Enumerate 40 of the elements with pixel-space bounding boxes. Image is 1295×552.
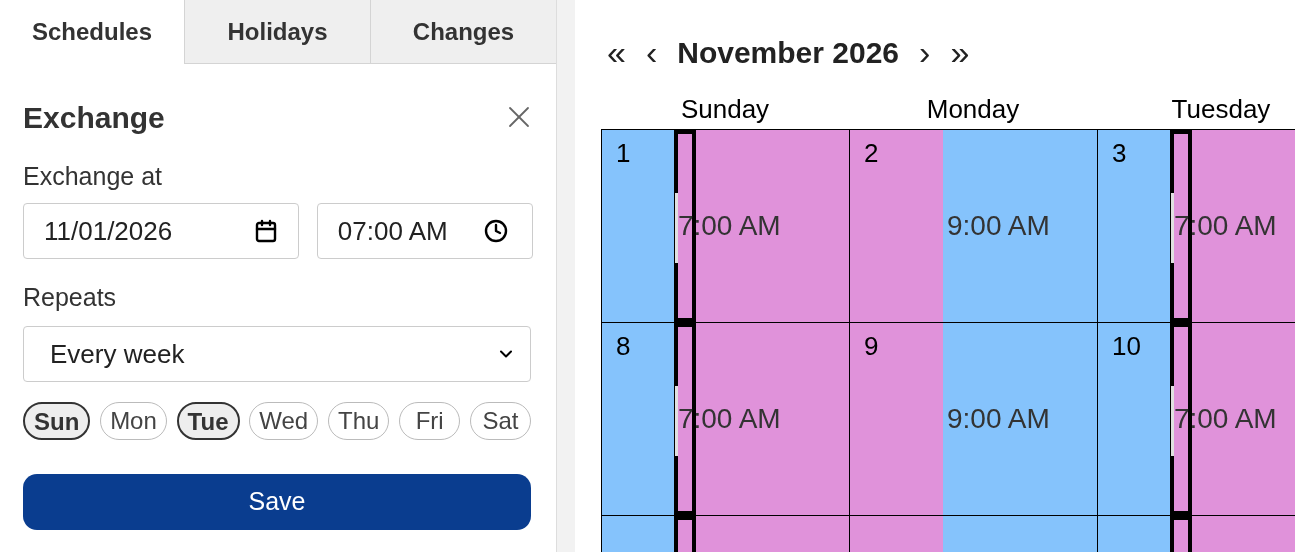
weekday-toggle[interactable]: Sat <box>469 402 531 440</box>
weekday-toggle[interactable]: Thu <box>328 402 390 440</box>
day-number: 1 <box>616 140 631 166</box>
resize-handle[interactable] <box>1170 193 1174 263</box>
resize-handle[interactable] <box>1170 386 1174 456</box>
weekday-heading: Monday <box>926 93 1020 126</box>
day-number: 8 <box>616 333 631 359</box>
next-button[interactable]: › <box>919 35 931 69</box>
previous-button[interactable]: ‹ <box>645 35 658 69</box>
tab[interactable]: Changes <box>370 0 556 64</box>
day-number: 2 <box>864 140 879 166</box>
date-field[interactable]: 11/01/2026 <box>23 203 299 259</box>
field-label: Exchange at <box>23 164 163 189</box>
day-number: 9 <box>864 333 879 359</box>
calendar-icon[interactable] <box>253 219 278 243</box>
weekday-toggle[interactable]: Fri <box>399 402 461 440</box>
weekday-toggle[interactable]: Sun <box>23 402 91 440</box>
first-button[interactable]: « <box>607 35 626 69</box>
resize-handle[interactable] <box>674 193 678 263</box>
resize-handle[interactable] <box>674 386 678 456</box>
save-button[interactable]: Save <box>23 474 531 530</box>
weekday-heading: Sunday <box>680 93 770 126</box>
exchange-time: 9:00 AM <box>947 405 1050 433</box>
clock-icon[interactable] <box>484 219 508 243</box>
day-cell[interactable]: 9 9:00 AM <box>850 323 1098 516</box>
weekday-heading: Tuesday <box>1171 93 1271 126</box>
day-cell[interactable]: 2 9:00 AM <box>850 130 1098 323</box>
field-label: Repeats <box>23 285 118 310</box>
exchange-time: 9:00 AM <box>947 212 1050 240</box>
panel-title: Exchange <box>23 99 165 136</box>
last-button[interactable]: » <box>950 35 970 69</box>
weekday-toggle[interactable]: Mon <box>100 402 167 440</box>
day-number: 3 <box>1112 140 1127 166</box>
weekday-toggle[interactable]: Tue <box>176 402 240 440</box>
month-title: November 2026 <box>677 34 900 71</box>
time-field[interactable]: 07:00 AM <box>316 203 533 259</box>
weekday-toggle[interactable]: Wed <box>249 402 319 440</box>
tab[interactable]: Holidays <box>184 0 370 64</box>
day-number: 10 <box>1112 333 1141 359</box>
repeat-dropdown[interactable]: Every week <box>23 326 531 382</box>
